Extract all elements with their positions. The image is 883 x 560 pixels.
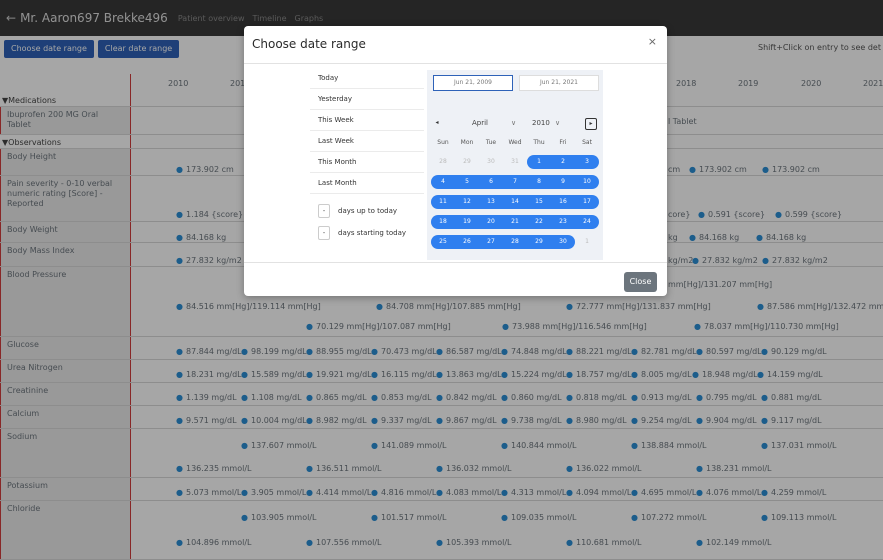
calendar-day[interactable]: 19 [455,215,479,229]
calendar-day[interactable]: 25 [431,235,455,249]
calendar-day[interactable]: 21 [503,215,527,229]
next-month-icon[interactable]: ▸ [585,118,597,130]
days-up-to-today-row: - days up to today [310,200,424,222]
start-date-input[interactable]: Jun 21, 2009 [433,75,513,91]
days-up-to-today-label: days up to today [338,207,398,215]
modal-title: Choose date range [252,37,366,51]
calendar-day[interactable]: 27 [479,235,503,249]
date-range-modal: Choose date range × Today Yesterday This… [244,26,667,296]
calendar-day[interactable]: 9 [551,175,575,189]
weekday-label: Mon [460,139,474,146]
calendar-day[interactable]: 26 [455,235,479,249]
calendar-day[interactable]: 29 [455,155,479,169]
calendar-day[interactable]: 22 [527,215,551,229]
range-yesterday[interactable]: Yesterday [310,89,424,110]
weekday-header: Sun Mon Tue Wed Thu Fri Sat [431,136,599,154]
calendar-day[interactable]: 13 [479,195,503,209]
calendar-day[interactable]: 30 [479,155,503,169]
calendar-day[interactable]: 4 [431,175,455,189]
calendar-day[interactable]: 29 [527,235,551,249]
range-last-month[interactable]: Last Month [310,173,424,194]
year-select[interactable]: 2010 [532,119,550,127]
calendar-day[interactable]: 12 [455,195,479,209]
calendar-day[interactable]: 28 [503,235,527,249]
calendar-day[interactable]: 16 [551,195,575,209]
calendar-day[interactable]: 24 [575,215,599,229]
close-button[interactable]: Close [624,272,657,292]
end-date-input[interactable]: Jun 21, 2021 [519,75,599,91]
days-starting-today-row: - days starting today [310,222,424,244]
days-starting-today-input[interactable]: - [318,226,330,240]
range-last-week[interactable]: Last Week [310,131,424,152]
weekday-label: Fri [559,139,567,146]
calendar-day[interactable]: 23 [551,215,575,229]
calendar-day[interactable]: 7 [503,175,527,189]
modal-footer-divider [244,262,667,263]
calendar-day[interactable]: 11 [431,195,455,209]
chevron-down-icon[interactable]: ∨ [555,119,560,127]
calendar-day[interactable]: 15 [527,195,551,209]
preset-ranges: Today Yesterday This Week Last Week This… [310,68,424,244]
prev-month-icon[interactable]: ◂ [431,118,443,130]
days-starting-today-label: days starting today [338,229,407,237]
calendar-day[interactable]: 6 [479,175,503,189]
calendar-day[interactable]: 8 [527,175,551,189]
close-icon[interactable]: × [648,35,657,48]
calendar-day[interactable]: 5 [455,175,479,189]
calendar-day[interactable]: 31 [503,155,527,169]
calendar-day[interactable]: 28 [431,155,455,169]
days-up-to-today-input[interactable]: - [318,204,330,218]
range-this-month[interactable]: This Month [310,152,424,173]
calendar-day[interactable]: 1 [575,235,599,249]
calendar-day[interactable]: 10 [575,175,599,189]
calendar-day[interactable]: 17 [575,195,599,209]
weekday-label: Wed [508,139,522,146]
month-select[interactable]: April [472,119,488,127]
calendar-day[interactable]: 20 [479,215,503,229]
range-today[interactable]: Today [310,68,424,89]
calendar-day[interactable]: 30 [551,235,575,249]
calendar-day[interactable]: 1 [527,155,551,169]
calendar-nav: ◂ April ∨ 2010 ∨ ▸ [427,118,603,132]
weekday-label: Sat [582,139,592,146]
calendar-day[interactable]: 18 [431,215,455,229]
calendar-day[interactable]: 14 [503,195,527,209]
calendar-day[interactable]: 3 [575,155,599,169]
range-this-week[interactable]: This Week [310,110,424,131]
weekday-label: Thu [533,139,545,146]
modal-header-divider [244,63,667,64]
weekday-label: Sun [437,139,449,146]
calendar-panel: Jun 21, 2009 Jun 21, 2021 ◂ April ∨ 2010… [427,70,603,260]
weekday-label: Tue [485,139,497,146]
calendar-day[interactable]: 2 [551,155,575,169]
chevron-down-icon[interactable]: ∨ [511,119,516,127]
